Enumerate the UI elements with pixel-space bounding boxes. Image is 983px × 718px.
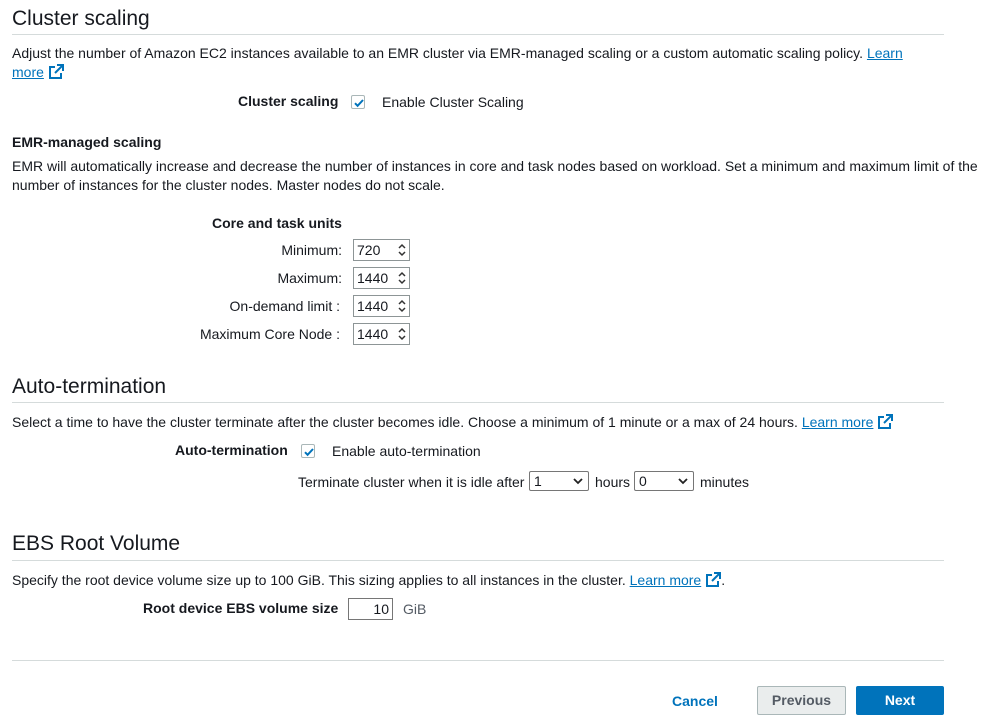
minimum-label: Minimum:: [281, 242, 342, 258]
maximum-stepper[interactable]: 1440: [353, 267, 410, 289]
external-link-icon[interactable]: [705, 572, 722, 588]
emr-managed-description-line1: EMR will automatically increase and decr…: [12, 158, 978, 174]
idle-hours-select[interactable]: 1: [529, 471, 589, 491]
section-divider: [12, 560, 944, 561]
learn-more-link[interactable]: more: [12, 64, 44, 80]
enable-auto-termination-label[interactable]: Enable auto-termination: [332, 443, 481, 459]
stepper-arrows-icon[interactable]: [395, 268, 409, 288]
stepper-arrows-icon[interactable]: [395, 324, 409, 344]
core-task-units-heading: Core and task units: [212, 215, 342, 231]
learn-more-link[interactable]: Learn more: [630, 572, 702, 588]
idle-minutes-select[interactable]: 0: [634, 471, 694, 491]
chevron-down-icon: [678, 478, 688, 485]
idle-minutes-value[interactable]: 0: [639, 473, 647, 489]
minimum-stepper[interactable]: 720: [353, 239, 410, 261]
ebs-volume-size-label: Root device EBS volume size: [143, 600, 339, 616]
external-link-icon[interactable]: [48, 64, 64, 80]
stepper-arrows-icon[interactable]: [395, 296, 409, 316]
cluster-scaling-label: Cluster scaling: [238, 93, 339, 109]
section-divider: [12, 402, 944, 403]
learn-more-link-part1[interactable]: Learn: [867, 45, 903, 61]
external-link-icon[interactable]: [877, 414, 894, 430]
cancel-button[interactable]: Cancel: [672, 693, 718, 709]
on-demand-limit-value[interactable]: 1440: [354, 296, 395, 316]
chevron-down-icon: [573, 478, 583, 485]
ebs-volume-size-input[interactable]: 10: [348, 598, 393, 620]
learn-more-link[interactable]: Learn more: [802, 414, 874, 430]
auto-termination-label: Auto-termination: [175, 442, 288, 458]
cluster-scaling-title: Cluster scaling: [12, 7, 150, 30]
checkmark-icon: [354, 99, 364, 108]
minimum-value[interactable]: 720: [354, 240, 395, 260]
ebs-unit-label: GiB: [403, 601, 427, 617]
hours-label: hours: [595, 474, 631, 490]
maximum-core-node-stepper[interactable]: 1440: [353, 323, 410, 345]
enable-cluster-scaling-label[interactable]: Enable Cluster Scaling: [382, 94, 524, 110]
emr-managed-scaling-title: EMR-managed scaling: [12, 134, 162, 150]
previous-button[interactable]: Previous: [757, 686, 846, 715]
stepper-arrows-icon[interactable]: [395, 240, 409, 260]
ebs-description: Specify the root device volume size up t…: [12, 572, 726, 588]
section-divider: [12, 34, 944, 35]
cluster-scaling-description: Adjust the number of Amazon EC2 instance…: [12, 45, 903, 61]
next-button[interactable]: Next: [856, 686, 944, 715]
on-demand-limit-label: On-demand limit :: [229, 298, 340, 314]
enable-auto-termination-checkbox[interactable]: [301, 444, 315, 458]
auto-termination-description: Select a time to have the cluster termin…: [12, 413, 894, 432]
ebs-root-volume-title: EBS Root Volume: [12, 532, 181, 555]
learn-more-link-wrap: more: [12, 63, 64, 82]
auto-termination-title: Auto-termination: [12, 375, 167, 398]
emr-managed-description-line2: number of instances for the cluster node…: [12, 177, 445, 193]
enable-cluster-scaling-checkbox[interactable]: [351, 95, 365, 109]
on-demand-limit-stepper[interactable]: 1440: [353, 295, 410, 317]
maximum-core-node-label: Maximum Core Node :: [199, 326, 340, 342]
minutes-label: minutes: [700, 474, 750, 490]
maximum-core-node-value[interactable]: 1440: [354, 324, 395, 344]
maximum-label: Maximum:: [277, 270, 342, 286]
maximum-value[interactable]: 1440: [354, 268, 395, 288]
checkmark-icon: [304, 448, 314, 457]
footer-divider: [12, 660, 944, 661]
idle-prefix-label: Terminate cluster when it is idle after: [298, 474, 525, 490]
idle-hours-value[interactable]: 1: [534, 473, 542, 489]
